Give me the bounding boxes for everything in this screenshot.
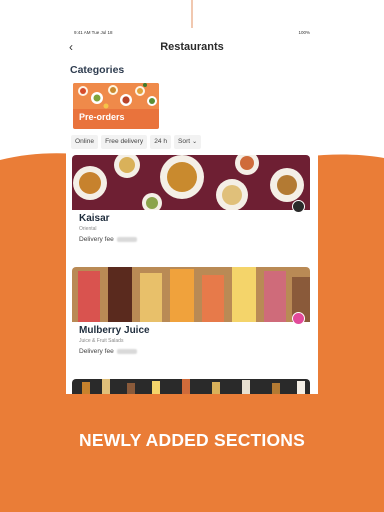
restaurant-photo [72, 267, 310, 322]
restaurant-card-partial[interactable] [72, 379, 310, 394]
filter-online[interactable]: Online [71, 135, 99, 149]
delivery-fee-value-blurred [116, 348, 137, 354]
filter-free-delivery[interactable]: Free delivery [101, 135, 148, 149]
restaurant-photo [72, 379, 310, 394]
delivery-fee: Delivery fee [79, 348, 137, 355]
categories-title: Categories [70, 64, 125, 76]
sort-label: Sort [178, 138, 191, 145]
nav-bar: ‹ Restaurants [66, 36, 318, 58]
restaurant-badge [292, 200, 305, 213]
sort-button[interactable]: Sort ⌄ [174, 135, 202, 149]
delivery-fee-label: Delivery fee [79, 236, 114, 243]
restaurant-card-kaisar[interactable]: Kaisar Oriental Delivery fee [72, 155, 310, 255]
restaurant-cuisine: Juice & Fruit Salads [79, 338, 124, 344]
status-bar: 9:41 AM Tue Jul 18 100% [66, 28, 318, 36]
device-screen: 9:41 AM Tue Jul 18 100% ‹ Restaurants Ca… [66, 28, 318, 394]
delivery-fee: Delivery fee [79, 236, 137, 243]
restaurant-name: Mulberry Juice [79, 325, 150, 336]
restaurant-cuisine: Oriental [79, 226, 97, 232]
restaurant-photo [72, 155, 310, 210]
restaurant-badge [292, 312, 305, 325]
delivery-fee-label: Delivery fee [79, 348, 114, 355]
promo-caption: NEWLY ADDED SECTIONS [78, 430, 306, 450]
filter-bar: Online Free delivery 24 h Sort ⌄ [71, 135, 202, 149]
restaurant-name: Kaisar [79, 213, 110, 224]
category-label: Pre-orders [79, 112, 125, 122]
category-tile-pre-orders[interactable]: Pre-orders [73, 83, 159, 129]
status-battery: 100% [298, 30, 310, 35]
delivery-fee-value-blurred [116, 236, 137, 242]
page-title: Restaurants [160, 41, 224, 53]
restaurant-card-mulberry-juice[interactable]: Mulberry Juice Juice & Fruit Salads Deli… [72, 267, 310, 367]
chevron-down-icon: ⌄ [192, 139, 198, 145]
status-time: 9:41 AM Tue Jul 18 [74, 30, 113, 35]
category-food-image [73, 83, 159, 109]
filter-24h[interactable]: 24 h [150, 135, 172, 149]
